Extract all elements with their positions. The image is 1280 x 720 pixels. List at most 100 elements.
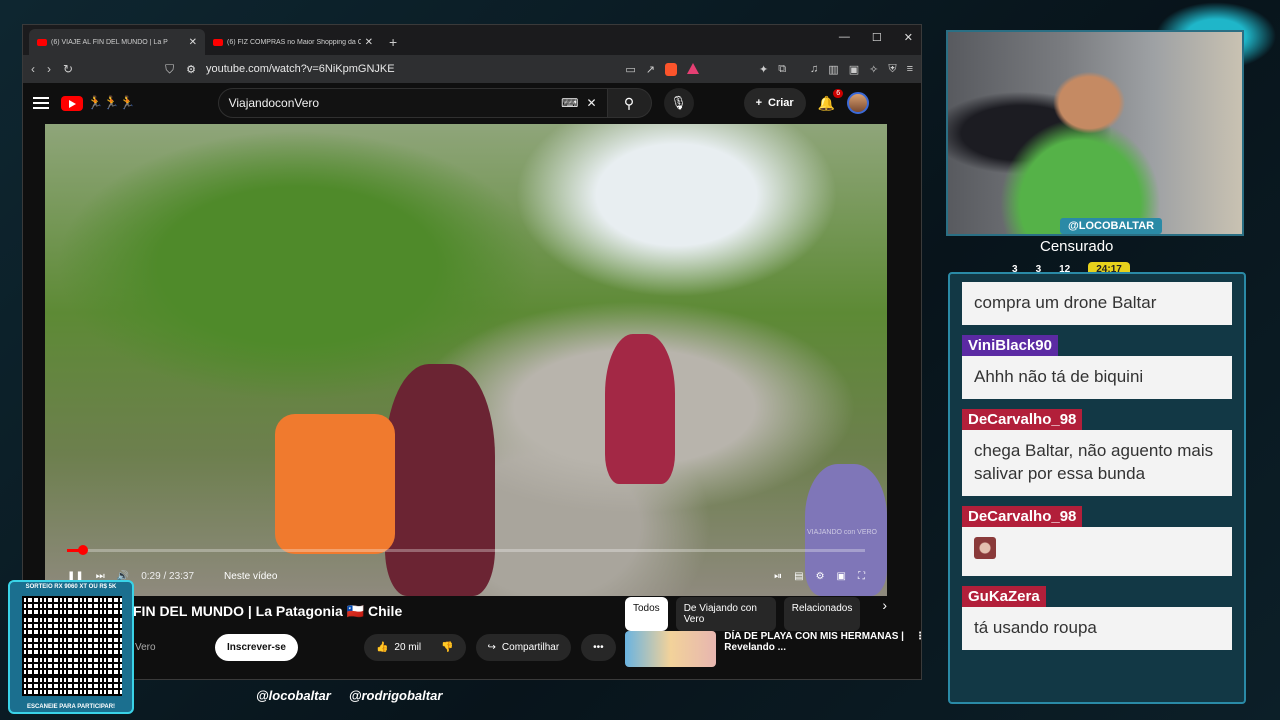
menu-icon[interactable]: ≡ (907, 63, 913, 76)
qr-title: SORTEIO RX 9060 XT OU R$ 5K (25, 584, 117, 590)
chat-message: compra um drone Baltar (962, 282, 1232, 325)
giveaway-qr-panel: SORTEIO RX 9060 XT OU R$ 5K ESCANEIE PAR… (8, 580, 134, 714)
extensions-icon[interactable]: ✦ (759, 63, 768, 76)
screen-icon[interactable]: ▭ (625, 63, 635, 76)
chat-text: chega Baltar, não aguento mais salivar p… (962, 429, 1232, 496)
leo-icon[interactable]: ✧ (869, 63, 878, 76)
suggested-video[interactable]: DÍA DE PLAYA CON MIS HERMANAS | Reveland… (625, 631, 925, 667)
notification-badge: 6 (833, 88, 844, 98)
miniplayer-icon[interactable]: ▣ (837, 571, 846, 582)
chevron-right-icon[interactable]: › (882, 597, 887, 631)
chat-text: compra um drone Baltar (962, 282, 1232, 325)
vpn-icon[interactable]: ⛨ (888, 63, 896, 76)
progress-handle[interactable] (77, 545, 88, 555)
search-icon: ⚲ (623, 94, 635, 111)
webcam-feed (946, 30, 1244, 236)
video-player[interactable]: VIAJANDO con VERO ❚❚ ⏭ 🔊 0:29 / 23:37 Ne… (45, 124, 887, 596)
chat-text: Ahhh não tá de biquini (962, 355, 1232, 399)
video-watermark: VIAJANDO con VERO (806, 529, 877, 536)
share-label: Compartilhar (501, 642, 560, 653)
window-controls: — ☐ ✕ (839, 31, 913, 44)
search-input[interactable]: ViajandoconVero ⌨ ✕ (217, 88, 608, 118)
keyboard-icon[interactable]: ⌨ (561, 96, 578, 110)
share-icon: ↪ (487, 642, 496, 653)
voice-search-button[interactable]: 🎙 (663, 88, 694, 118)
chat-emote (962, 526, 1232, 576)
hiker (605, 334, 675, 484)
tab-title: (6) FIZ COMPRAS no Maior Shopping da Chi (227, 38, 361, 46)
chip-all[interactable]: Todos (625, 597, 668, 631)
qr-code (22, 596, 122, 696)
more-actions-button[interactable]: ••• (581, 634, 616, 661)
back-icon[interactable]: ‹ (31, 62, 35, 76)
mic-icon: 🎙 (670, 95, 687, 110)
close-tab-icon[interactable]: ✕ (365, 37, 373, 48)
close-icon[interactable]: ✕ (904, 31, 913, 44)
channel-name[interactable]: Vero (135, 642, 205, 653)
new-tab-button[interactable]: + (389, 34, 397, 50)
youtube-icon (213, 38, 223, 46)
thumbs-up-icon: 👍 (375, 642, 389, 653)
logo-doodle: 🏃🏃🏃 (87, 95, 136, 110)
browser-window: (6) VIAJÉ AL FIN DEL MUNDO | La P ✕ (6) … (22, 24, 925, 680)
settings-icon[interactable]: ⚙ (816, 571, 825, 582)
close-tab-icon[interactable]: ✕ (189, 37, 197, 48)
chat-message: DeCarvalho_98 (962, 505, 1232, 576)
minimize-icon[interactable]: — (839, 31, 850, 44)
recommendation-chips: Todos De Viajando con Vero Relacionados … (625, 597, 887, 631)
thumbs-down-icon[interactable]: 👎 (441, 642, 453, 653)
extensions-bar: ▭ ↗ ✦ ⧉ ♫ ▥ ▣ ✧ ⛨ ≡ (625, 62, 913, 76)
search-button[interactable]: ⚲ (607, 88, 652, 118)
plus-icon: + (755, 97, 762, 109)
chapter-label[interactable]: Neste vídeo (224, 571, 277, 582)
subscribe-button[interactable]: Inscrever-se (215, 634, 298, 661)
qr-caption: ESCANEIE PARA PARTICIPAR! (26, 704, 116, 710)
chip-channel[interactable]: De Viajando con Vero (675, 597, 776, 631)
forward-icon[interactable]: › (47, 62, 51, 76)
share-button[interactable]: ↪ Compartilhar (475, 634, 572, 661)
tab-search-icon[interactable]: ⧉ (778, 63, 786, 76)
site-info-icon[interactable]: ⚙ (186, 63, 196, 76)
player-controls: ❚❚ ⏭ 🔊 0:29 / 23:37 Neste vídeo ⏯ ▤ ⚙ ▣ … (67, 571, 865, 582)
chat-username: ViniBlack90 (962, 334, 1058, 356)
maximize-icon[interactable]: ☐ (872, 31, 882, 44)
youtube-icon (37, 38, 47, 46)
stream-status: Censurado (1040, 238, 1114, 255)
chat-username: DeCarvalho_98 (962, 408, 1083, 430)
bell-icon: 🔔 (817, 94, 836, 111)
notifications-button[interactable]: 🔔 6 (817, 88, 844, 112)
bookmark-icon[interactable]: ⛉ (165, 62, 174, 77)
tab-active[interactable]: (6) VIAJÉ AL FIN DEL MUNDO | La P ✕ (29, 29, 205, 55)
create-label: Criar (768, 97, 794, 109)
captions-icon[interactable]: ▤ (794, 571, 803, 582)
social-handles: @locobaltar @rodrigobaltar (256, 688, 442, 703)
avatar[interactable] (847, 92, 870, 114)
autoplay-icon[interactable]: ⏯ (774, 571, 782, 582)
tab-title: (6) VIAJÉ AL FIN DEL MUNDO | La P (51, 38, 168, 46)
wallet-icon[interactable]: ▣ (849, 63, 859, 76)
fullscreen-icon[interactable]: ⛶ (858, 571, 865, 582)
search-query: ViajandoconVero (228, 96, 320, 110)
hiker (385, 364, 495, 596)
brave-shield-icon[interactable] (664, 62, 677, 76)
kebab-menu-icon[interactable]: ⋮ (915, 631, 925, 667)
brave-rewards-icon[interactable] (686, 62, 699, 74)
music-icon[interactable]: ♫ (810, 63, 818, 76)
address-bar: ‹ › ↻ ⛉ ⚙ youtube.com/watch?v=6NiKpmGNJK… (23, 55, 921, 83)
hamburger-menu-icon[interactable] (33, 97, 49, 109)
youtube-page: 🏃🏃🏃 ViajandoconVero ⌨ ✕ ⚲ 🎙 + Criar 🔔 6 (23, 83, 925, 679)
share-icon[interactable]: ↗ (646, 63, 655, 76)
progress-bar[interactable] (67, 545, 865, 555)
social-handle-2: @rodrigobaltar (348, 688, 443, 703)
like-button[interactable]: 👍 20 mil 👎 (363, 634, 466, 661)
sidebar-icon[interactable]: ▥ (828, 63, 838, 76)
youtube-logo[interactable]: 🏃🏃🏃 (61, 95, 136, 111)
url-field[interactable]: ⚙ youtube.com/watch?v=6NiKpmGNJKE (186, 63, 613, 76)
chat-message: GuKaZera tá usando roupa (962, 585, 1232, 650)
chat-message: DeCarvalho_98 chega Baltar, não aguento … (962, 408, 1232, 496)
reload-icon[interactable]: ↻ (63, 62, 73, 76)
chip-related[interactable]: Relacionados (783, 597, 861, 631)
create-button[interactable]: + Criar (743, 88, 806, 118)
clear-search-icon[interactable]: ✕ (587, 96, 597, 110)
tab-2[interactable]: (6) FIZ COMPRAS no Maior Shopping da Chi… (205, 29, 381, 55)
